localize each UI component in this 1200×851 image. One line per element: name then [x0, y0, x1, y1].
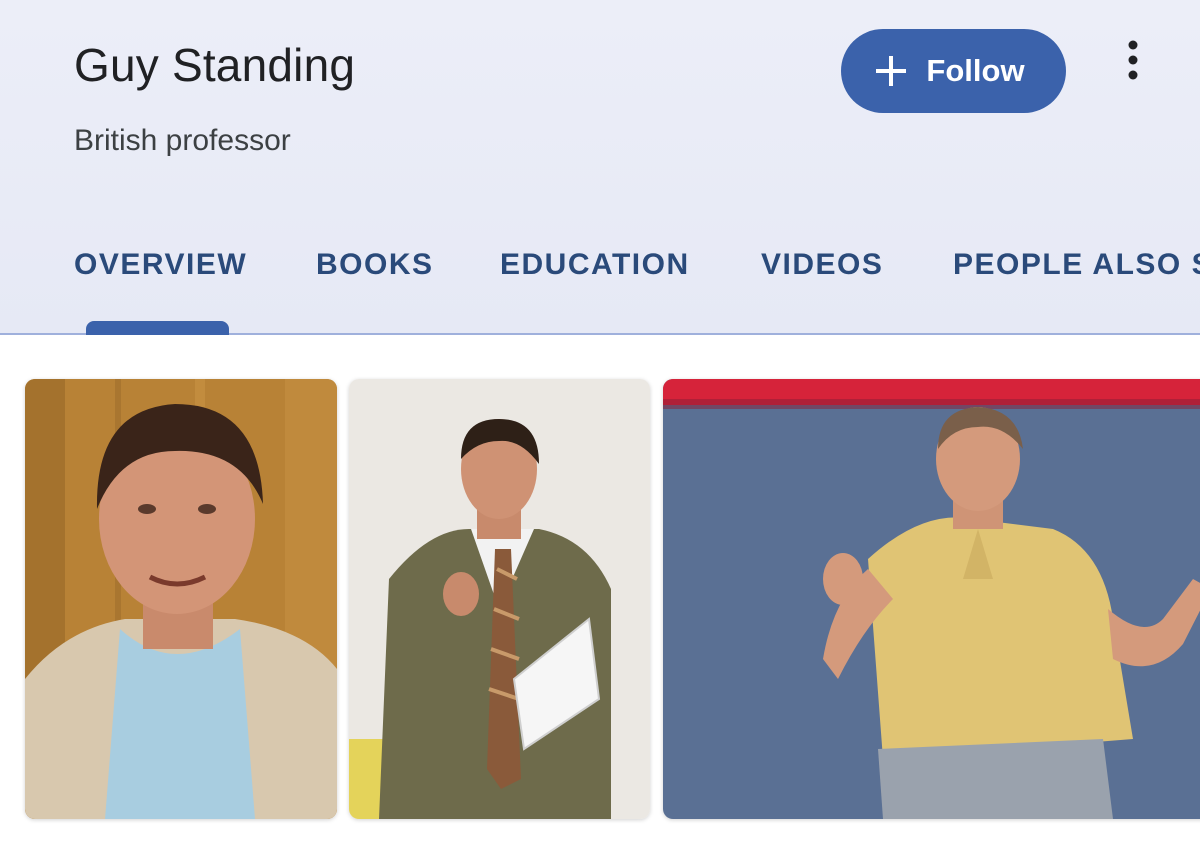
more-options-button[interactable] — [1112, 38, 1154, 86]
follow-button[interactable]: Follow — [841, 29, 1066, 113]
photo-thumbnail-3[interactable] — [663, 379, 1200, 819]
entity-header: Guy Standing British professor Follow OV… — [0, 0, 1200, 335]
entity-description: British professor — [74, 124, 291, 157]
more-vertical-icon — [1127, 40, 1139, 85]
tab-education[interactable]: EDUCATION — [500, 248, 690, 282]
selected-tab-indicator — [86, 321, 229, 335]
tab-videos[interactable]: VIDEOS — [761, 248, 883, 282]
tab-bar: OVERVIEW BOOKS EDUCATION VIDEOS PEOPLE A… — [0, 240, 1200, 335]
tab-books[interactable]: BOOKS — [316, 248, 434, 282]
plus-icon — [874, 54, 908, 88]
tab-overview[interactable]: OVERVIEW — [74, 248, 247, 282]
photo-thumbnail-2[interactable] — [349, 379, 650, 819]
photo-thumbnail-1[interactable] — [25, 379, 337, 819]
tab-people-also-search[interactable]: PEOPLE ALSO S — [953, 248, 1200, 282]
follow-label: Follow — [926, 53, 1025, 88]
entity-title: Guy Standing — [74, 39, 356, 91]
